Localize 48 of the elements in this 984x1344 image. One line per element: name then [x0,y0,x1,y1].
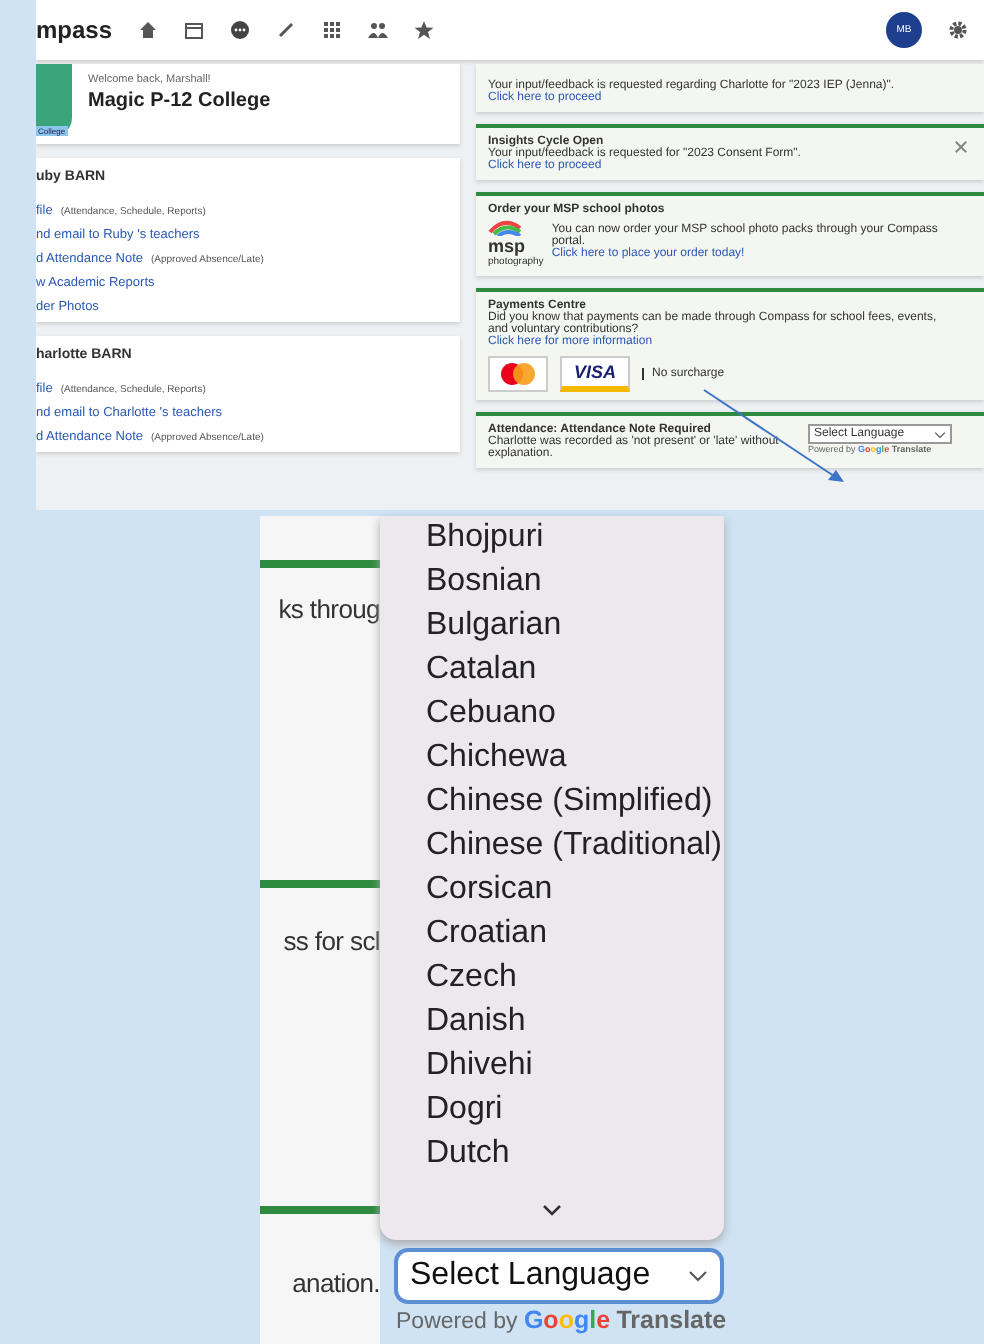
language-option[interactable]: Bhojpuri [380,516,724,560]
pencil-icon [276,20,297,40]
nav-button[interactable] [322,20,343,40]
msp-logo: msp [488,236,528,256]
close-icon [954,140,968,154]
visa-logo: VISA [560,356,631,392]
cut-off-text: ks throug [278,592,380,628]
cut-off-text: ss for scl [283,924,380,960]
chat-icon [230,20,251,40]
language-option[interactable]: Dutch [380,1132,724,1176]
nav-button[interactable] [230,20,251,40]
calendar-icon [184,20,205,40]
grid-icon [322,20,343,40]
language-option[interactable]: Chinese (Simplified) [380,780,724,824]
nav-button[interactable] [414,20,435,40]
google-logo: Google [523,1306,611,1334]
nav-button[interactable] [184,20,205,40]
language-option[interactable]: Dhivehi [380,1044,724,1088]
school-name: Magic P-12 College [88,90,271,112]
powered-by-text: Powered by Google Translate [396,1304,727,1338]
language-option[interactable]: Cebuano [380,692,724,736]
language-option[interactable]: Corsican [380,868,724,912]
language-option[interactable]: Chinese (Traditional) [380,824,724,868]
close-button[interactable] [954,140,968,154]
rainbow-logo-icon [488,216,524,236]
home-icon [138,20,159,40]
language-option[interactable]: Bosnian [380,560,724,604]
nav-button[interactable] [368,20,389,40]
language-option[interactable]: Catalan [380,648,724,692]
people-icon [368,20,389,40]
settings-button[interactable] [948,20,968,40]
settings-icon [948,20,968,40]
star-icon [414,20,435,40]
language-option[interactable]: Danish [380,1000,724,1044]
language-option[interactable]: Dogri [380,1088,724,1132]
chevron-down-icon [688,1268,708,1284]
language-select[interactable]: Select Language [394,1248,724,1304]
language-option[interactable]: Croatian [380,912,724,956]
nav-button[interactable] [138,20,159,40]
language-option[interactable]: Chichewa [380,736,724,780]
chevron-down-icon [934,429,946,439]
app-logo[interactable]: mpass [36,16,113,44]
language-option[interactable]: Czech [380,956,724,1000]
mastercard-logo [488,356,548,392]
cut-off-text: anation. [292,1266,380,1302]
language-option[interactable]: Bulgarian [380,604,724,648]
chevron-down-icon [542,1202,562,1218]
nav-button[interactable] [276,20,297,40]
